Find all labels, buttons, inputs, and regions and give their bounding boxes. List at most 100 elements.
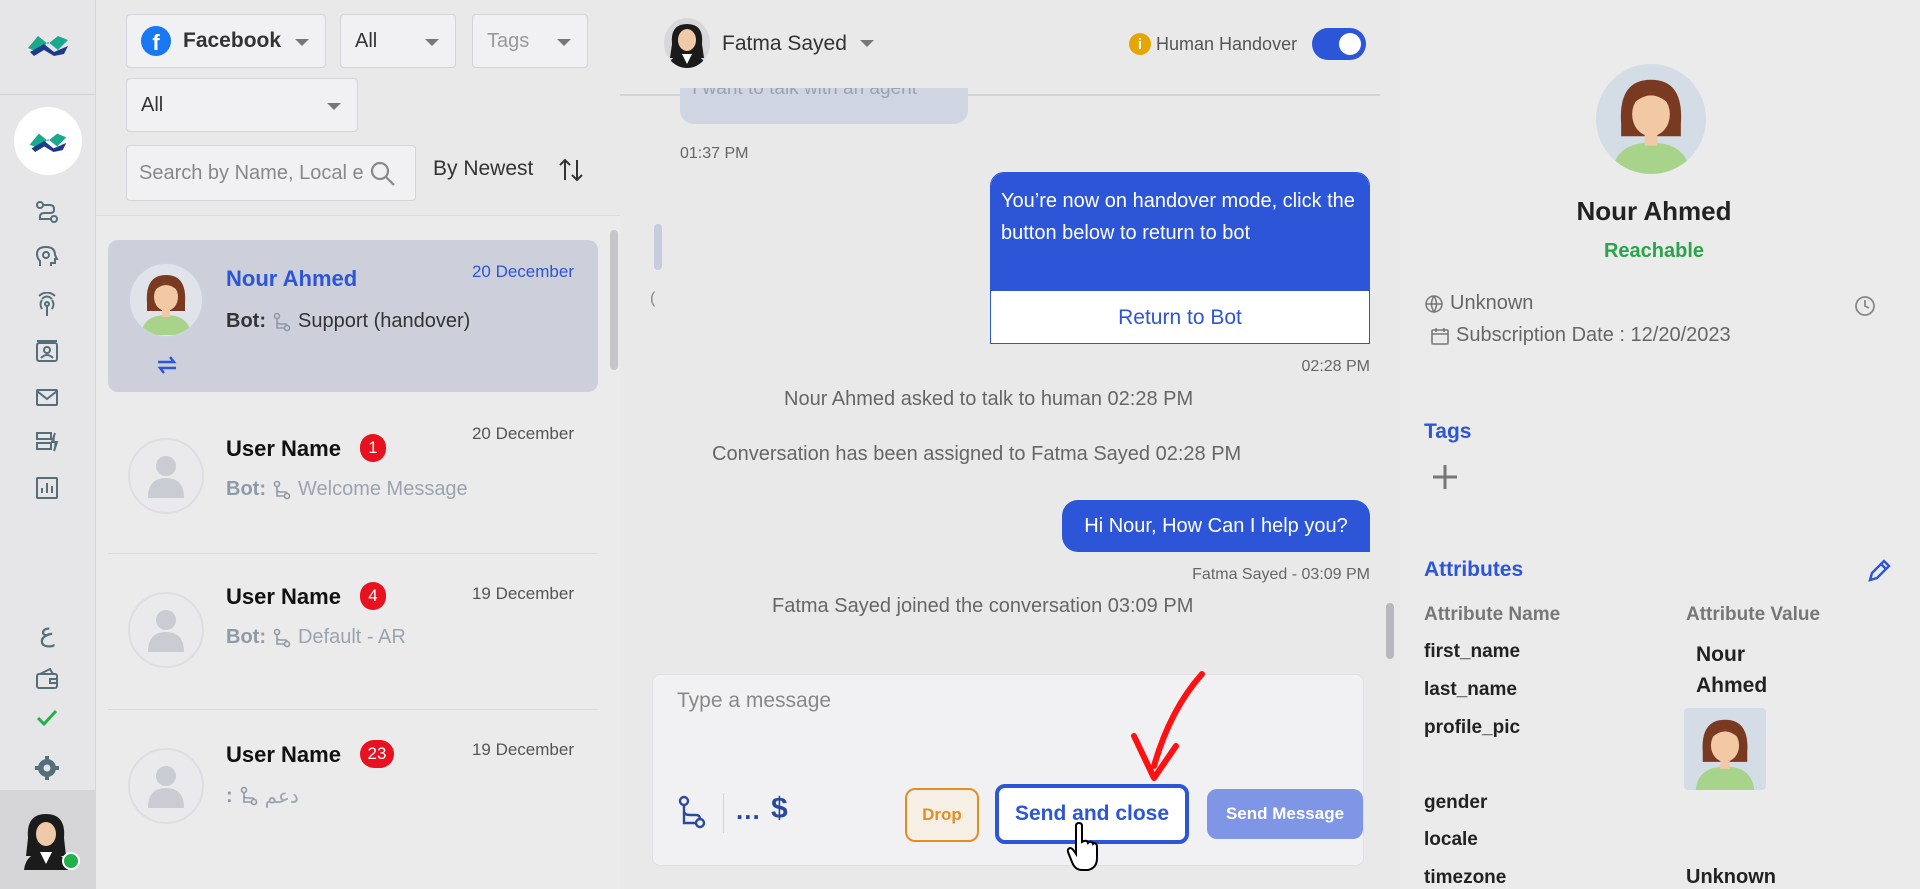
contact-location-row: Unknown — [1424, 292, 1533, 315]
outgoing-message-bubble: Hi Nour, How Can I help you? — [1062, 500, 1370, 552]
attribute-name: gender — [1424, 792, 1488, 813]
conversation-item[interactable]: User Name 1 20 December Bot: Welcome Mes… — [108, 408, 598, 554]
checkmark-icon[interactable] — [32, 703, 62, 733]
more-options-button[interactable]: ... — [736, 795, 761, 826]
system-message: Nour Ahmed asked to talk to human 02:28 … — [784, 388, 1193, 411]
hand-cursor-icon — [1066, 822, 1098, 871]
bot-label: : — [226, 784, 233, 807]
unread-badge: 23 — [360, 740, 394, 768]
chat-scrollbar[interactable] — [1386, 603, 1394, 659]
ai-brain-icon[interactable] — [32, 242, 62, 272]
channel-dropdown[interactable]: f Facebook — [126, 14, 326, 68]
rail-divider — [0, 94, 96, 95]
bot-label: Bot: — [226, 626, 266, 648]
clock-icon[interactable] — [1854, 295, 1876, 317]
attribute-value: Unknown — [1686, 866, 1776, 888]
conversation-name: User Name — [226, 742, 341, 767]
drop-button[interactable]: Drop — [905, 788, 979, 842]
list-scrollbar[interactable] — [610, 230, 618, 370]
status-dropdown-value: All — [355, 29, 378, 52]
conversation-name: User Name — [226, 584, 341, 609]
message-input[interactable] — [677, 689, 1337, 759]
handover-refresh-icon[interactable] — [152, 350, 182, 380]
conversation-bot-line: Bot: Default - AR — [226, 626, 406, 649]
sort-label[interactable]: By Newest — [433, 157, 533, 181]
sort-order-icon[interactable] — [557, 156, 585, 184]
message-timestamp: 02:28 PM — [1301, 358, 1370, 375]
assignee-dropdown-value: All — [141, 93, 164, 116]
attribute-name-header: Attribute Name — [1424, 604, 1561, 625]
agent-avatar — [664, 18, 710, 68]
add-tag-icon[interactable] — [1430, 462, 1460, 492]
attribute-name: timezone — [1424, 867, 1507, 888]
calendar-icon — [1431, 327, 1449, 345]
return-to-bot-button[interactable]: Return to Bot — [991, 291, 1369, 343]
profile-pic-thumbnail[interactable] — [1684, 708, 1766, 790]
incoming-message-text: I want to talk with an agent — [692, 88, 917, 99]
chevron-down-icon[interactable] — [860, 40, 874, 47]
message-composer: ... $ Drop Send and close Send Message — [652, 674, 1364, 866]
status-dropdown[interactable]: All — [340, 14, 456, 68]
agent-avatar-icon — [668, 24, 706, 68]
contact-name: Nour Ahmed — [1576, 196, 1732, 226]
info-icon[interactable]: i — [1129, 33, 1151, 55]
inbox-mail-icon[interactable] — [32, 382, 62, 412]
message-sender-time: Fatma Sayed - 03:09 PM — [1192, 566, 1370, 583]
attribute-name: first_name — [1424, 641, 1521, 662]
flow-icon — [240, 786, 257, 806]
contact-details-panel: Nour Ahmed Reachable Unknown Subscriptio… — [1400, 0, 1920, 889]
wallet-icon[interactable] — [32, 664, 62, 694]
avatar — [128, 592, 204, 668]
flow-icon — [273, 312, 291, 331]
assigned-agent-name[interactable]: Fatma Sayed — [722, 32, 847, 56]
conversation-name: User Name — [226, 436, 341, 461]
collapsed-panel-edge — [654, 224, 662, 270]
automation-icon[interactable] — [32, 427, 62, 457]
nav-rail: ع — [0, 0, 96, 889]
broadcast-icon[interactable] — [32, 290, 62, 320]
handover-message-bubble: You’re now on handover mode, click the b… — [990, 172, 1370, 344]
flow-name: دعم — [264, 784, 299, 808]
flow-picker-icon[interactable] — [677, 795, 707, 829]
contacts-icon[interactable] — [32, 337, 62, 367]
avatar — [128, 438, 204, 514]
brand-logo-icon[interactable] — [24, 30, 72, 58]
online-status-dot — [62, 852, 80, 870]
chat-panel: Fatma Sayed i Human Handover I want to t… — [620, 0, 1400, 889]
payment-button[interactable]: $ — [771, 792, 788, 826]
avatar — [128, 262, 204, 338]
conversation-bot-line: : دعم — [226, 784, 299, 808]
edit-pencil-icon[interactable] — [1866, 558, 1892, 584]
assignee-dropdown[interactable]: All — [126, 78, 358, 132]
avatar — [128, 748, 204, 824]
conversation-bot-line: Bot: Support (handover) — [226, 310, 470, 333]
tags-dropdown[interactable]: Tags — [472, 14, 588, 68]
conversation-item[interactable]: User Name 4 19 December Bot: Default - A… — [108, 560, 598, 710]
language-toggle[interactable]: ع — [32, 618, 62, 648]
search-icon[interactable] — [369, 160, 397, 188]
subscription-date: Subscription Date : 12/20/2023 — [1456, 324, 1731, 346]
globe-icon — [1425, 294, 1443, 313]
female-avatar-icon — [1695, 719, 1755, 790]
system-message: Conversation has been assigned to Fatma … — [712, 443, 1242, 465]
handover-message-text: You’re now on handover mode, click the b… — [991, 173, 1369, 291]
flows-icon[interactable] — [32, 197, 62, 227]
current-user-avatar[interactable] — [0, 790, 96, 889]
analytics-icon[interactable] — [32, 473, 62, 503]
attributes-section-title: Attributes — [1424, 558, 1524, 581]
conversation-name: Nour Ahmed — [226, 266, 358, 291]
message-timestamp: 01:37 PM — [680, 145, 749, 162]
conversation-item[interactable]: User Name 23 19 December : دعم — [108, 716, 598, 866]
divider — [108, 553, 598, 554]
human-handover-toggle[interactable] — [1312, 28, 1366, 60]
system-message-text: asked to talk to human 02:28 PM — [900, 388, 1194, 410]
workspace-button[interactable] — [14, 107, 82, 175]
flow-icon — [273, 480, 291, 499]
toolbar-divider — [723, 793, 724, 833]
conversation-item[interactable]: Nour Ahmed 20 December Bot: Support (han… — [108, 240, 598, 392]
gear-icon[interactable] — [32, 753, 62, 783]
search-input[interactable] — [139, 161, 369, 185]
list-filters: f Facebook All Tags All By Newest — [96, 0, 620, 216]
send-message-button[interactable]: Send Message — [1207, 789, 1363, 839]
unread-badge: 4 — [360, 582, 386, 610]
